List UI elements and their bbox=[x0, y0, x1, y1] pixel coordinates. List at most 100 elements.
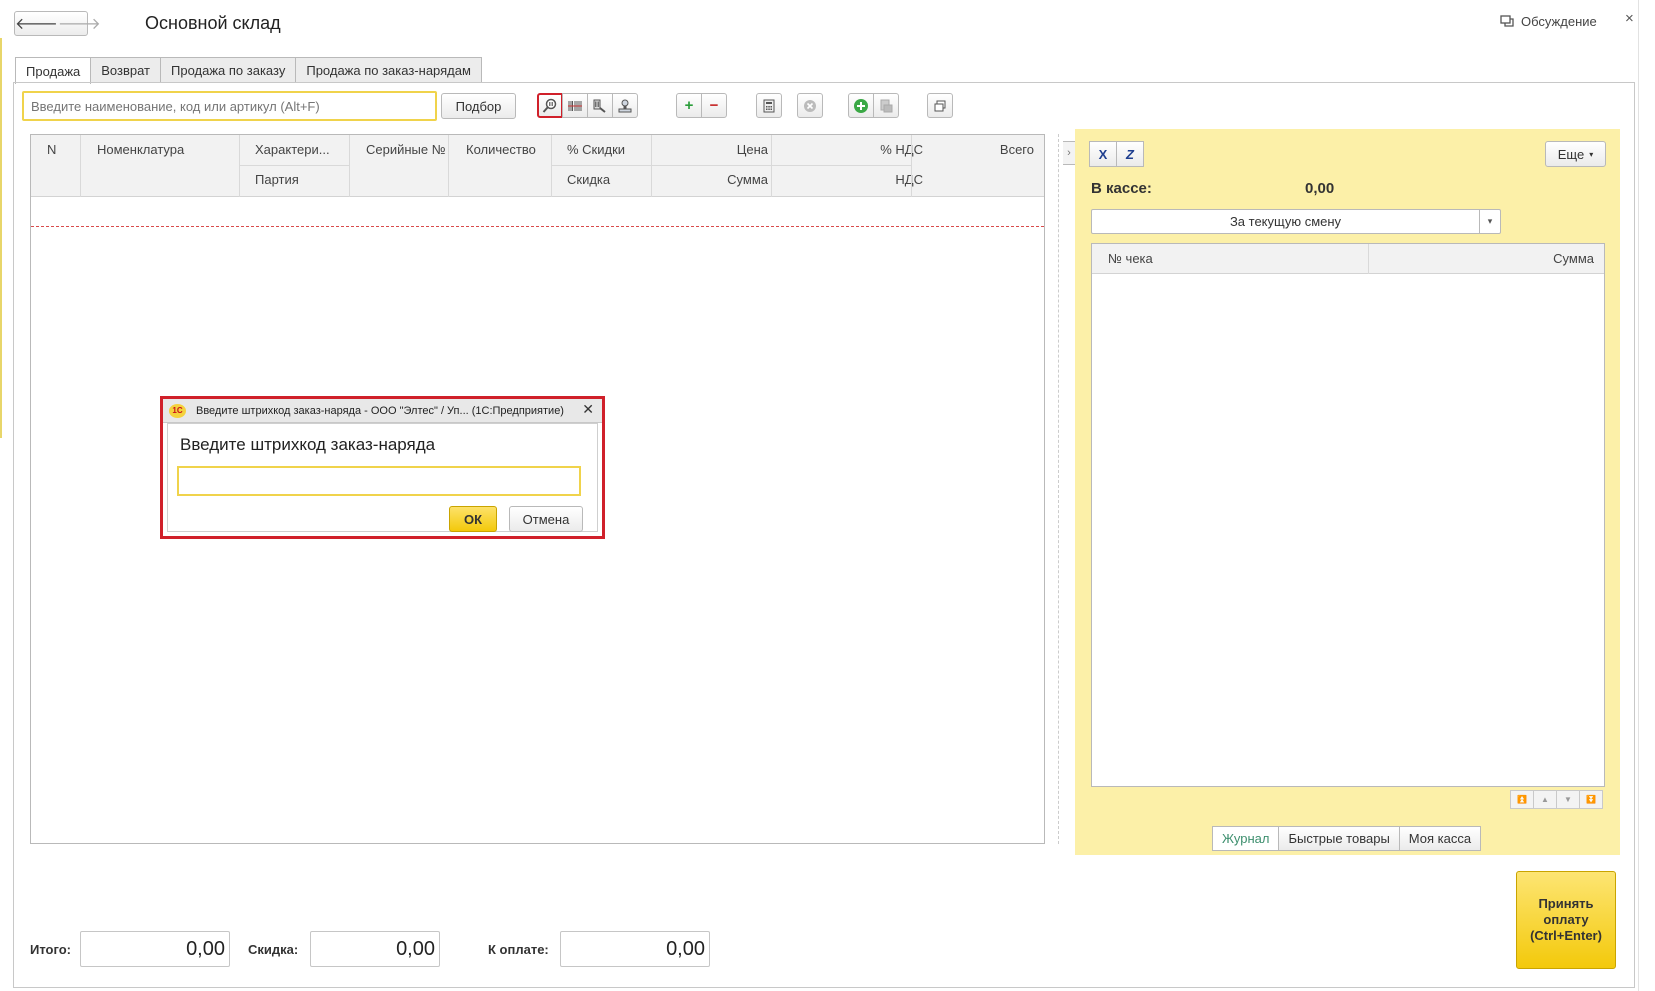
forward-button[interactable]: 🡒 bbox=[58, 12, 101, 35]
close-window-button[interactable]: × bbox=[1625, 10, 1634, 27]
accept-payment-line: Принять bbox=[1538, 896, 1594, 911]
minus-icon: − bbox=[709, 97, 719, 114]
print-button[interactable] bbox=[873, 93, 899, 118]
tab-sale[interactable]: Продажа bbox=[15, 57, 92, 84]
column-discount[interactable]: Скидка bbox=[559, 165, 618, 194]
barcode-button[interactable] bbox=[562, 93, 588, 118]
document-tabs: Продажа Возврат Продажа по заказу Продаж… bbox=[15, 57, 482, 84]
column-divider bbox=[80, 135, 81, 197]
tab-return[interactable]: Возврат bbox=[90, 57, 162, 83]
column-divider bbox=[349, 135, 350, 197]
cancel-button[interactable]: Отмена bbox=[509, 506, 583, 532]
calculator-icon bbox=[763, 99, 775, 112]
scroll-last-button[interactable]: ⏬ bbox=[1579, 790, 1603, 809]
column-divider bbox=[651, 135, 652, 197]
list-scroll-buttons: ⏫ ▲ ▼ ⏬ bbox=[1510, 790, 1603, 809]
tab-sale-by-order[interactable]: Продажа по заказу bbox=[160, 57, 297, 83]
chevron-down-icon[interactable]: ▾ bbox=[1479, 210, 1500, 233]
discount-label: Скидка: bbox=[248, 942, 299, 957]
tab-journal[interactable]: Журнал bbox=[1212, 826, 1280, 851]
product-search-input[interactable] bbox=[22, 91, 437, 121]
period-value: За текущую смену bbox=[1229, 214, 1342, 229]
total-field[interactable]: 0,00 bbox=[80, 931, 230, 967]
table-header: N Номенклатура Характери... Партия Серий… bbox=[31, 135, 1044, 197]
header-row-divider bbox=[551, 165, 911, 166]
scroll-down-button[interactable]: ▼ bbox=[1556, 790, 1580, 809]
cancel-icon bbox=[804, 99, 816, 112]
column-quantity[interactable]: Количество bbox=[458, 135, 544, 164]
dialog-close-button[interactable]: ✕ bbox=[582, 401, 594, 418]
scroll-first-button[interactable]: ⏫ bbox=[1510, 790, 1534, 809]
decrease-button[interactable]: − bbox=[701, 93, 727, 118]
tab-sale-by-work-orders[interactable]: Продажа по заказ-нарядам bbox=[295, 57, 482, 83]
barcode-scanner-icon bbox=[593, 99, 606, 113]
search-barcode-button[interactable] bbox=[537, 93, 563, 118]
receipts-table[interactable]: № чека Сумма bbox=[1091, 243, 1605, 787]
increase-button[interactable]: + bbox=[676, 93, 702, 118]
barcode-toolbar bbox=[537, 93, 638, 118]
column-total[interactable]: Всего bbox=[934, 135, 1042, 164]
close-icon: × bbox=[1625, 10, 1634, 27]
tab-quick-products[interactable]: Быстрые товары bbox=[1278, 826, 1400, 851]
excel-export-button[interactable]: X bbox=[1089, 141, 1117, 167]
amount-due-label: К оплате: bbox=[488, 942, 549, 957]
add-green-icon bbox=[854, 98, 868, 113]
ok-button[interactable]: ОК bbox=[449, 506, 497, 532]
work-order-barcode-input[interactable] bbox=[177, 466, 581, 496]
column-divider bbox=[448, 135, 449, 197]
accept-payment-line: оплату bbox=[1543, 912, 1589, 927]
scanner-button[interactable] bbox=[587, 93, 613, 118]
double-up-icon: ⏫ bbox=[1517, 795, 1527, 804]
column-vat-pct[interactable]: % НДС bbox=[779, 135, 931, 164]
down-icon: ▼ bbox=[1564, 795, 1572, 804]
window-edge-right bbox=[1638, 0, 1639, 991]
stamp-button[interactable] bbox=[612, 93, 638, 118]
dialog-title: Введите штрихкод заказ-наряда - ООО "Элт… bbox=[196, 404, 564, 417]
column-sum[interactable]: Сумма bbox=[659, 165, 776, 194]
zip-export-button[interactable]: Z bbox=[1116, 141, 1144, 167]
zip-icon: Z bbox=[1126, 146, 1134, 162]
chevron-right-icon: › bbox=[1067, 147, 1071, 159]
navigation-buttons: 🡐 🡒 bbox=[14, 11, 101, 36]
1c-logo-icon: 1С bbox=[169, 403, 186, 418]
discount-field[interactable]: 0,00 bbox=[310, 931, 440, 967]
accept-payment-button[interactable]: Принять оплату (Ctrl+Enter) bbox=[1516, 871, 1616, 969]
barcode-dialog: 1С Введите штрихкод заказ-наряда - ООО "… bbox=[160, 396, 605, 539]
discussion-link[interactable]: Обсуждение bbox=[1500, 14, 1597, 29]
column-receipt-no[interactable]: № чека bbox=[1100, 244, 1161, 273]
scroll-up-button[interactable]: ▲ bbox=[1533, 790, 1557, 809]
period-select[interactable]: За текущую смену ▾ bbox=[1091, 209, 1501, 234]
cancel-line-button[interactable] bbox=[797, 93, 823, 118]
more-menu-button[interactable]: Еще ▾ bbox=[1545, 141, 1606, 167]
column-divider bbox=[771, 135, 772, 197]
chat-bubble-icon bbox=[1500, 15, 1514, 27]
arrow-right-icon: 🡒 bbox=[57, 16, 101, 33]
export-buttons: X Z bbox=[1089, 141, 1144, 167]
dialog-titlebar: 1С Введите штрихкод заказ-наряда - ООО "… bbox=[163, 399, 602, 423]
tab-my-cash[interactable]: Моя касса bbox=[1398, 826, 1482, 851]
amount-due-field[interactable]: 0,00 bbox=[560, 931, 710, 967]
barcode-search-icon bbox=[542, 98, 557, 113]
column-nomenclature[interactable]: Номенклатура bbox=[89, 135, 192, 164]
accept-payment-label: Принять оплату (Ctrl+Enter) bbox=[1530, 896, 1602, 944]
column-characteristic[interactable]: Характери... bbox=[247, 135, 338, 164]
column-vat[interactable]: НДС bbox=[779, 165, 931, 194]
column-receipt-sum[interactable]: Сумма bbox=[1372, 244, 1602, 273]
double-down-icon: ⏬ bbox=[1586, 795, 1596, 804]
calculator-button[interactable] bbox=[756, 93, 782, 118]
column-n[interactable]: N bbox=[39, 135, 64, 164]
pick-button[interactable]: Подбор bbox=[441, 93, 516, 119]
plus-icon: + bbox=[684, 97, 694, 114]
column-serial[interactable]: Серийные № bbox=[358, 135, 454, 164]
panel-splitter[interactable] bbox=[1058, 134, 1059, 844]
column-batch[interactable]: Партия bbox=[247, 165, 307, 194]
new-window-button[interactable] bbox=[927, 93, 953, 118]
new-row-marker bbox=[31, 226, 1044, 227]
quantity-toolbar: + − bbox=[676, 93, 727, 118]
back-button[interactable]: 🡐 bbox=[15, 12, 58, 35]
column-discount-pct[interactable]: % Скидки bbox=[559, 135, 633, 164]
add-button[interactable] bbox=[848, 93, 874, 118]
column-price[interactable]: Цена bbox=[659, 135, 776, 164]
discussion-label: Обсуждение bbox=[1521, 14, 1597, 29]
window-edge bbox=[0, 38, 3, 438]
